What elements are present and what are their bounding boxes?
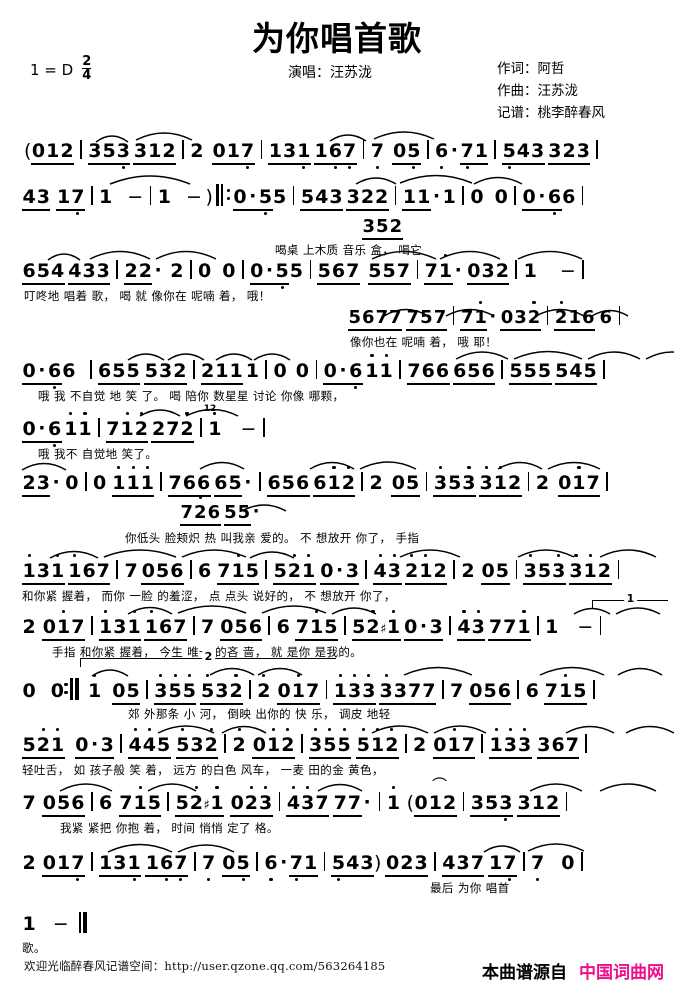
lyric-line: 最后 为你 唱首: [430, 881, 510, 895]
lyric-line: 像你也在 呢喃 着， 哦 耶！: [350, 335, 498, 349]
fingering-marking: 12: [203, 404, 217, 414]
final-barline: [79, 912, 88, 933]
note-row: 23 · 0 0 111 766 65 · 656 612 2 05 353 312 2 017: [22, 466, 614, 498]
note-row: 521 0 · 3 445 532 2 012 355 512 2 017 133 367: [22, 728, 593, 760]
lyric-line: 我紧 紧把 你抱 着， 时间 悄悄 定了 格。: [60, 821, 279, 835]
ending-number: 2: [201, 650, 216, 663]
lyric-line: 哦 我 不自觉 地 笑 了。 喝 陪你 数星星 讨论 你像 哪颗，: [38, 389, 345, 403]
note-row: 2 017 131 167 7 05 6 · 71 543) 023 437 17 7 0: [22, 851, 589, 881]
source-site-link[interactable]: 中国词曲网: [579, 958, 664, 983]
lyric-line: 郊 外那条 小 河， 倒映 出你的 快 乐， 调皮 地轻: [128, 707, 391, 721]
music-score: (012 353 312 2 017 131 167 7 05 6 · 71 543 323 43 17 1−…: [0, 0, 674, 987]
ossia-row: 5677 757 71 · 032 216 6: [348, 301, 629, 332]
ossia-row: 352: [362, 216, 403, 242]
note-row: 0 0 1 05 355 532 2 017 133 3377 7 056 6 715: [22, 674, 601, 705]
note-row: (012 353 312 2 017 131 167 7 05 6 · 71 543 323: [22, 139, 604, 169]
source-attribution: 本曲谱源自 中国词曲网: [482, 958, 664, 983]
ossia-row: 726 55 ·: [180, 496, 287, 528]
note-row: 43 17 1−1−) 0 · 55 543 322 11 · 1 0 0 0 · 66: [22, 184, 589, 215]
note-row: 131 167 7 056 6 715 521 0 · 3 43 212 2 05 353 312: [22, 554, 625, 586]
note-row: 0 · 6 11 712 272 12 1−: [22, 404, 271, 447]
ending-bracket-1: 1: [592, 592, 668, 609]
note-row: 0 · 66 655 532 211 1 0 0 0 · 6 11 766 656 555 545: [22, 354, 611, 389]
note-row: 1−: [22, 912, 88, 938]
note-row: 7 056 6 715 52♯1 023 437 77 · 1 (012 353 312: [22, 786, 573, 821]
lyric-line: 轻吐舌， 如 孩子般 笑 着， 远方 的白色 风车， 一麦 田的金 黄色，: [22, 763, 384, 777]
lyric-line: 喝桌 上木质 音乐 盒， 喝它: [275, 243, 423, 257]
note-row: 2 017 131 167 7 056 6 715 52♯1 0 · 3 43 771 1−: [22, 610, 607, 642]
note-row: 654 433 22 · 2 0 0 0 · 55 567 557 71 · 032 1−: [22, 254, 590, 289]
lyric-line: 你低头 脸颊炽 热 叫我亲 爱的。 不 想放开 你了， 手指: [125, 531, 420, 545]
lyric-line: 哦 我不 自觉地 笑了。: [38, 447, 158, 461]
lyric-line: 歌。: [22, 941, 46, 955]
lyric-line: 叮咚地 唱着 歌， 喝 就 像你在 呢喃 着， 哦！: [24, 289, 271, 303]
ending-bracket-2: 2: [80, 650, 336, 667]
transcriber-url: 欢迎光临醉春风记谱空间：http://user.qzone.qq.com/563…: [24, 959, 386, 973]
ending-number: 1: [623, 592, 638, 605]
lyric-line: 和你紧 握着， 而你 一脸 的羞涩， 点 点头 说好的， 不 想放开 你了，: [22, 589, 396, 603]
source-prefix: 本曲谱源自: [482, 963, 567, 983]
